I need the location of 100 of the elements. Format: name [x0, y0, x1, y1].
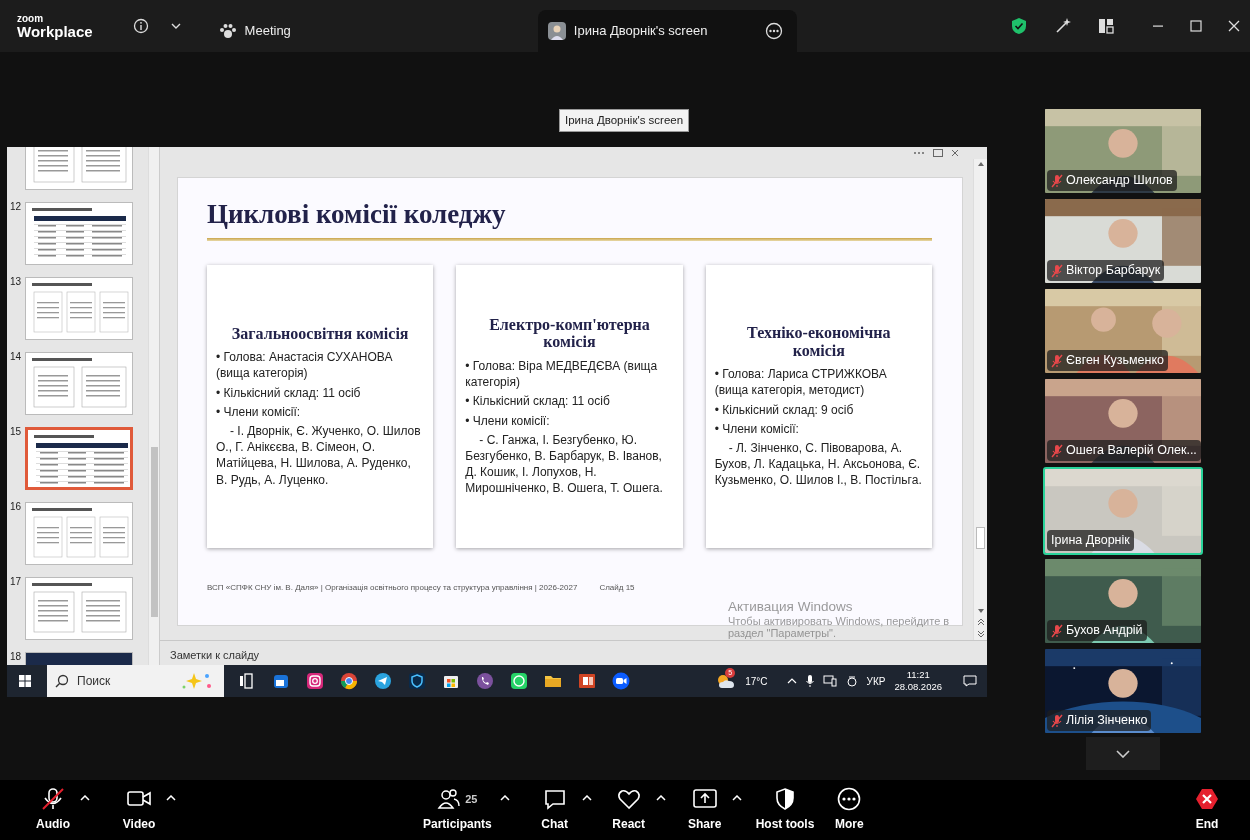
slide-number: 18 [9, 652, 21, 662]
slide-footer: ВСП «СПФК СНУ ім. В. Даля» | Організація освітнього процесу та структура управління | 2026-2027 [207, 581, 578, 594]
bullet-text: • Кількісний склад: 9 осіб [714, 401, 855, 418]
microphone-icon[interactable] [805, 674, 814, 688]
temperature-text: 17°C [745, 674, 768, 689]
participant-name: Лілія Зінченко [1066, 712, 1148, 730]
restore-icon[interactable] [933, 149, 943, 157]
slide-number: 16 [9, 502, 21, 512]
caret-up-icon[interactable] [166, 795, 176, 801]
participants-button[interactable]: 25 Participants [419, 787, 496, 833]
bullet-text: • Голова: Анастасія СУХАНОВА (вища категорія) [216, 349, 394, 382]
host-button[interactable]: Host tools [751, 787, 819, 833]
camera-icon[interactable] [306, 672, 324, 690]
scroll-up-icon[interactable] [976, 161, 985, 167]
share-button[interactable]: Share [681, 787, 728, 833]
share-screen-icon [691, 787, 718, 811]
slide-number: 15 [9, 427, 21, 437]
card-heading: Техніко-економічна комісія [746, 323, 892, 360]
screen-tab[interactable]: Ірина Дворнік's screen [537, 10, 798, 52]
slide-thumbnail[interactable] [25, 577, 133, 640]
caret-up-icon[interactable] [581, 795, 592, 801]
mail-icon[interactable] [272, 672, 290, 690]
participant-name: Євген Кузьменко [1066, 352, 1165, 370]
tab-label: Meeting [244, 22, 291, 41]
heart-icon [615, 787, 642, 811]
participant-count: 25 [465, 791, 478, 807]
members-text: - Л. Зінченко, С. Півоварова, А. Бухов, Л. Кадацька, Н. Аксьонова, Є. Кузьменко, О. Шилов І., В. Постільга. [714, 439, 923, 489]
task-view-icon[interactable] [238, 672, 256, 690]
chat-button[interactable]: Chat [531, 787, 578, 833]
activation-text: Чтобы активировать Windows, перейдите в раздел "Параметры". [728, 614, 951, 640]
more-icon[interactable] [765, 22, 784, 40]
card-heading: Електро-комп'ютерна комісія [488, 315, 651, 352]
clock-date[interactable]: 28.08.2026 [894, 681, 942, 693]
paw-icon [218, 23, 237, 39]
bullet-text: • Члени комісії: [714, 420, 800, 437]
slide-number: Слайд 15 [599, 581, 635, 594]
caret-up-icon[interactable] [731, 795, 742, 801]
caret-up-icon[interactable] [80, 795, 90, 801]
network-icon[interactable] [822, 675, 837, 687]
shield-check-icon[interactable] [1010, 17, 1028, 35]
video-app-icon[interactable] [612, 672, 630, 690]
scroll-down-icon[interactable] [976, 608, 985, 614]
info-icon[interactable] [132, 18, 149, 34]
chevron-down-icon [1116, 749, 1130, 758]
notification-icon[interactable] [963, 675, 977, 687]
react-button[interactable]: React [605, 787, 652, 833]
slide-thumbnail[interactable] [25, 277, 133, 340]
maximize-icon[interactable] [1190, 20, 1202, 32]
audio-button[interactable]: Audio [30, 787, 76, 833]
end-icon [1194, 787, 1220, 811]
phone-icon[interactable] [476, 672, 494, 690]
participant-name: Віктор Барбарук [1066, 262, 1161, 280]
app-title: Workplace [17, 23, 93, 39]
previous-slide-icon[interactable] [976, 618, 985, 626]
meeting-tab[interactable]: Meeting [208, 10, 305, 52]
slide-number: 13 [9, 277, 21, 287]
slide-thumbnail[interactable] [25, 427, 133, 490]
tooltip: Ірина Дворнік's screen [559, 109, 690, 133]
shield-icon[interactable] [408, 672, 426, 690]
paper-plane-icon[interactable] [374, 672, 392, 690]
caret-up-icon[interactable] [655, 795, 666, 801]
language-indicator[interactable]: УКР [866, 673, 886, 689]
slide-number: 14 [9, 352, 21, 362]
chat-icon[interactable] [510, 672, 528, 690]
chevron-down-icon[interactable] [170, 23, 181, 29]
caret-up-icon[interactable] [499, 795, 510, 801]
video-button[interactable]: Video [116, 787, 162, 833]
slide-number: 12 [9, 202, 21, 212]
avatar-icon [547, 22, 566, 40]
bullet-text: • Кількісний склад: 11 осіб [465, 393, 611, 410]
next-slide-icon[interactable] [976, 630, 985, 638]
slide-thumbnail[interactable] [25, 202, 133, 265]
end-button[interactable]: End [1184, 787, 1230, 833]
speech-bubble-icon [542, 787, 567, 811]
bullet-text: • Члени комісії: [465, 412, 551, 429]
search-field[interactable]: Поиск [47, 665, 224, 697]
slide-thumbnail[interactable] [25, 502, 133, 565]
logo-text: zoom [17, 13, 45, 24]
browser-icon[interactable] [340, 672, 358, 690]
participant-name: Бухов Андрій [1066, 622, 1143, 640]
slide-number: 17 [9, 577, 21, 587]
more-button[interactable]: More [826, 787, 873, 833]
bullet-text: • Голова: Лариса СТРИЖКОВА (вища категорія, методист) [714, 366, 888, 399]
magic-wand-icon[interactable] [1054, 17, 1072, 35]
members-text: - І. Дворнік, Є. Жученко, О. Шилов О., Г. Анікєєва, В. Сімеон, О. Матійцева, Н. Шилова, А. Руденко, В. Рудь, А. Луценко. [216, 423, 422, 488]
bullet-text: • Кількісний склад: 11 осіб [216, 384, 362, 401]
sync-icon[interactable] [845, 675, 858, 687]
search-icon [55, 674, 69, 688]
more-icon [836, 787, 863, 811]
people-icon [437, 787, 462, 811]
participant-name: Ошега Валерій Олек... [1066, 442, 1197, 460]
scrollbar-thumb[interactable] [976, 526, 985, 549]
slide-thumbnail[interactable] [25, 352, 133, 415]
tab-label: Ірина Дворнік's screen [573, 22, 708, 41]
clock-time[interactable]: 11:21 [906, 669, 930, 681]
slide-title: Циклові комісії коледжу [207, 200, 507, 230]
chevron-up-icon[interactable] [786, 678, 797, 684]
presentation-icon[interactable] [578, 672, 596, 690]
layout-icon[interactable] [1098, 18, 1114, 34]
scrollbar-thumb[interactable] [150, 447, 158, 617]
